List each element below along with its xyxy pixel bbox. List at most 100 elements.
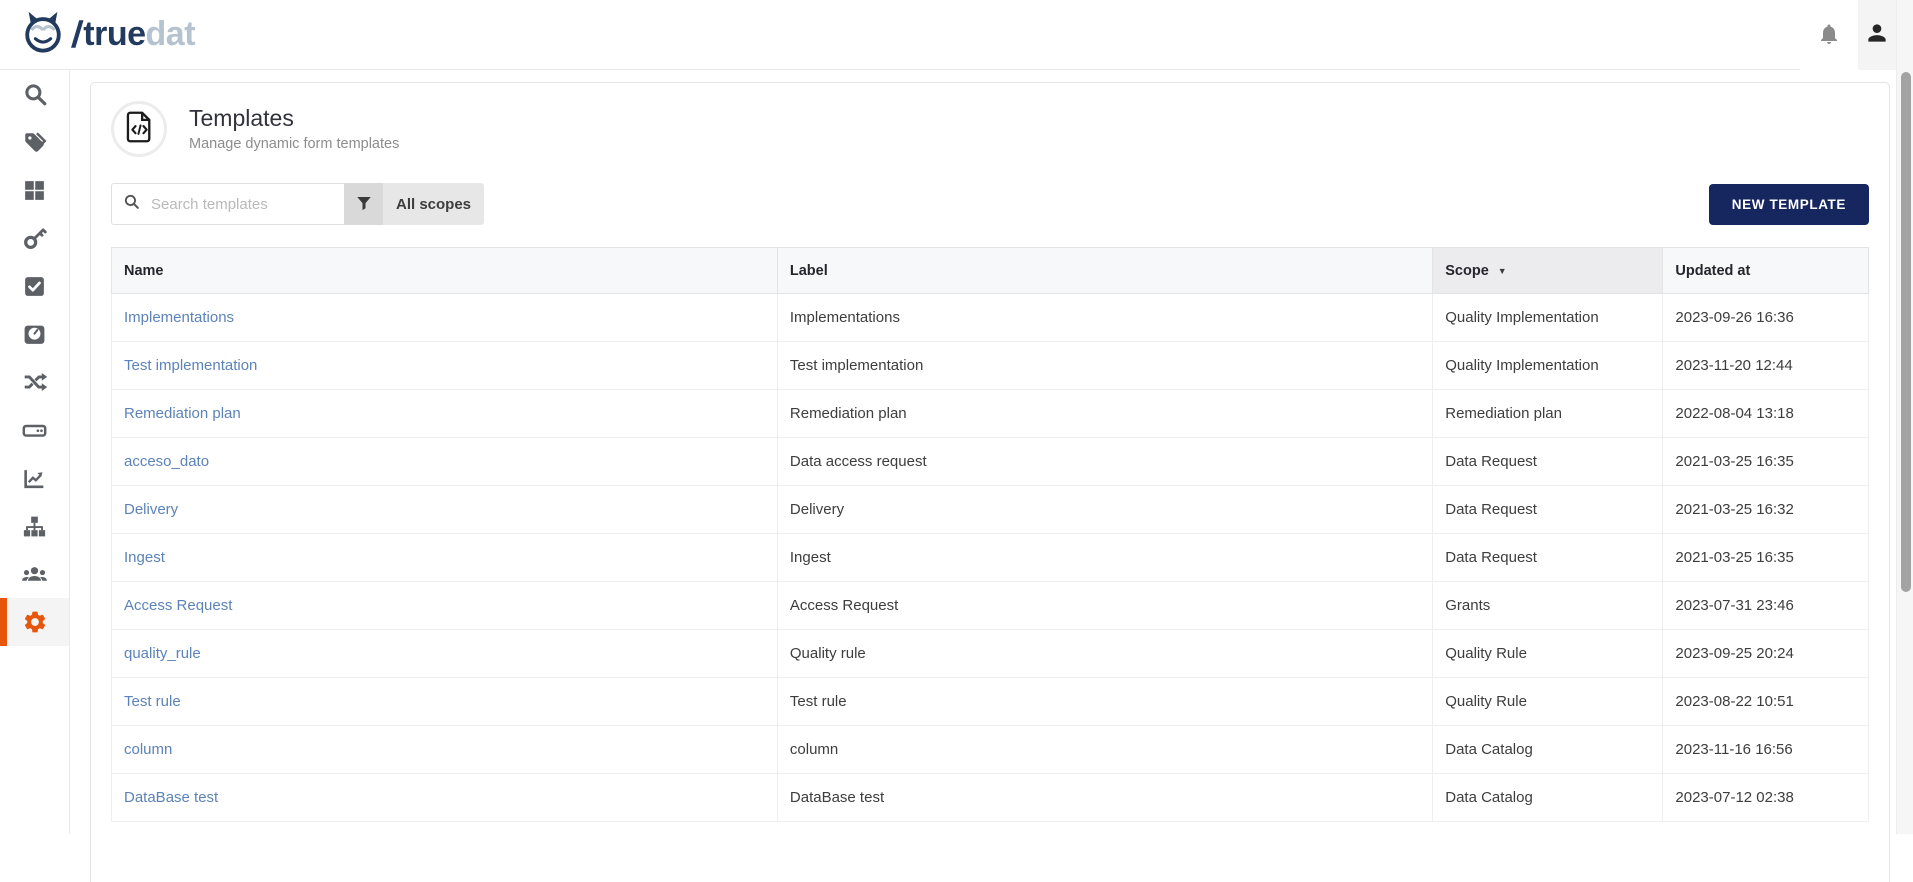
check-square-icon — [22, 274, 47, 299]
cell-label: DataBase test — [777, 774, 1432, 822]
cell-name: Ingest — [112, 534, 778, 582]
search-filter-group: All scopes — [111, 183, 484, 225]
cell-updated-at: 2023-11-20 12:44 — [1663, 342, 1869, 390]
cell-updated-at: 2023-09-25 20:24 — [1663, 630, 1869, 678]
cell-label: Test implementation — [777, 342, 1432, 390]
page-title: Templates — [189, 106, 399, 131]
template-table-body: ImplementationsImplementationsQuality Im… — [112, 294, 1869, 822]
cell-name: Test implementation — [112, 342, 778, 390]
table-row: Access RequestAccess RequestGrants2023-0… — [112, 582, 1869, 630]
template-name-link[interactable]: DataBase test — [124, 789, 218, 806]
table-row: columncolumnData Catalog2023-11-16 16:56 — [112, 726, 1869, 774]
sidebar-item-search[interactable] — [0, 70, 69, 118]
cell-label: Ingest — [777, 534, 1432, 582]
app-header: / truedat — [0, 0, 1913, 70]
template-name-link[interactable]: Test implementation — [124, 357, 257, 374]
cell-scope: Data Request — [1433, 438, 1663, 486]
template-name-link[interactable]: Remediation plan — [124, 405, 241, 422]
column-header-updated-at[interactable]: Updated at — [1663, 248, 1869, 294]
cell-scope: Data Request — [1433, 486, 1663, 534]
cell-updated-at: 2023-08-22 10:51 — [1663, 678, 1869, 726]
cell-scope: Quality Implementation — [1433, 342, 1663, 390]
search-icon — [22, 81, 48, 107]
templates-card: Templates Manage dynamic form templates … — [90, 82, 1890, 882]
sidebar-item-users[interactable] — [0, 550, 69, 598]
search-input[interactable] — [149, 195, 333, 214]
sidebar-item-lineage[interactable] — [0, 358, 69, 406]
notifications-button[interactable] — [1800, 0, 1858, 70]
cell-scope: Quality Rule — [1433, 678, 1663, 726]
sidebar-item-rules[interactable] — [0, 262, 69, 310]
cell-scope: Remediation plan — [1433, 390, 1663, 438]
template-name-link[interactable]: acceso_dato — [124, 453, 209, 470]
table-header: Name Label Scope▼ Updated at — [112, 248, 1869, 294]
bell-icon — [1817, 22, 1841, 49]
user-menu-button[interactable] — [1858, 0, 1896, 70]
sidebar-item-systems[interactable] — [0, 406, 69, 454]
cell-name: DataBase test — [112, 774, 778, 822]
sidebar-item-keys[interactable] — [0, 214, 69, 262]
cell-label: Test rule — [777, 678, 1432, 726]
cell-name: Remediation plan — [112, 390, 778, 438]
template-name-link[interactable]: Ingest — [124, 549, 165, 566]
cell-updated-at: 2021-03-25 16:35 — [1663, 438, 1869, 486]
cell-scope: Data Catalog — [1433, 726, 1663, 774]
gear-icon — [22, 609, 48, 635]
templates-table: Name Label Scope▼ Updated at Implementat… — [111, 247, 1869, 822]
cell-label: column — [777, 726, 1432, 774]
page-subtitle: Manage dynamic form templates — [189, 136, 399, 152]
column-header-label: Updated at — [1675, 263, 1750, 279]
cell-label: Data access request — [777, 438, 1432, 486]
main-content: Templates Manage dynamic form templates … — [70, 70, 1896, 834]
sidebar-item-settings[interactable] — [0, 598, 69, 646]
cell-name: acceso_dato — [112, 438, 778, 486]
column-header-scope[interactable]: Scope▼ — [1433, 248, 1663, 294]
table-row: acceso_dato Data access requestData Reque… — [112, 438, 1869, 486]
scrollbar-track[interactable] — [1896, 0, 1913, 834]
column-header-label[interactable]: Label — [777, 248, 1432, 294]
cell-updated-at: 2023-09-26 16:36 — [1663, 294, 1869, 342]
cell-updated-at: 2022-08-04 13:18 — [1663, 390, 1869, 438]
scrollbar-thumb[interactable] — [1901, 72, 1911, 592]
table-row: DeliveryDeliveryData Request2021-03-25 1… — [112, 486, 1869, 534]
template-name-link[interactable]: quality_rule — [124, 645, 201, 662]
logo-text-secondary: dat — [146, 15, 196, 53]
shuffle-icon — [22, 369, 48, 395]
search-box — [111, 183, 344, 225]
chart-line-icon — [22, 466, 47, 491]
sidebar-item-hierarchy[interactable] — [0, 502, 69, 550]
table-row: Remediation planRemediation planRemediat… — [112, 390, 1869, 438]
cell-label: Implementations — [777, 294, 1432, 342]
template-name-link[interactable]: Implementations — [124, 309, 234, 326]
cell-name: Delivery — [112, 486, 778, 534]
sidebar-item-tags[interactable] — [0, 118, 69, 166]
cell-label: Access Request — [777, 582, 1432, 630]
gauge-icon — [22, 322, 47, 347]
table-row: Test implementationTest implementationQu… — [112, 342, 1869, 390]
scope-filter-dropdown[interactable]: All scopes — [383, 183, 484, 225]
sort-desc-icon: ▼ — [1498, 266, 1507, 276]
active-indicator-bar — [0, 598, 7, 646]
cell-scope: Quality Implementation — [1433, 294, 1663, 342]
cell-label: Quality rule — [777, 630, 1432, 678]
logo-link[interactable]: / truedat — [20, 10, 195, 59]
sidebar-item-quality[interactable] — [0, 310, 69, 358]
template-name-link[interactable]: Test rule — [124, 693, 181, 710]
owl-icon — [20, 10, 66, 59]
template-name-link[interactable]: column — [124, 741, 172, 758]
column-header-label: Name — [124, 263, 164, 279]
template-name-link[interactable]: Access Request — [124, 597, 232, 614]
new-template-button[interactable]: NEW TEMPLATE — [1709, 184, 1869, 225]
filter-button[interactable] — [344, 183, 383, 225]
table-row: quality_ruleQuality ruleQuality Rule2023… — [112, 630, 1869, 678]
cell-scope: Data Request — [1433, 534, 1663, 582]
sidebar-item-charts[interactable] — [0, 454, 69, 502]
column-header-name[interactable]: Name — [112, 248, 778, 294]
page-icon-circle — [111, 101, 167, 157]
page-header-text: Templates Manage dynamic form templates — [189, 106, 399, 152]
cell-updated-at: 2023-07-31 23:46 — [1663, 582, 1869, 630]
sidebar-item-modules[interactable] — [0, 166, 69, 214]
logo-text-primary: true — [83, 15, 145, 53]
template-name-link[interactable]: Delivery — [124, 501, 178, 518]
hard-drive-icon — [21, 417, 48, 444]
